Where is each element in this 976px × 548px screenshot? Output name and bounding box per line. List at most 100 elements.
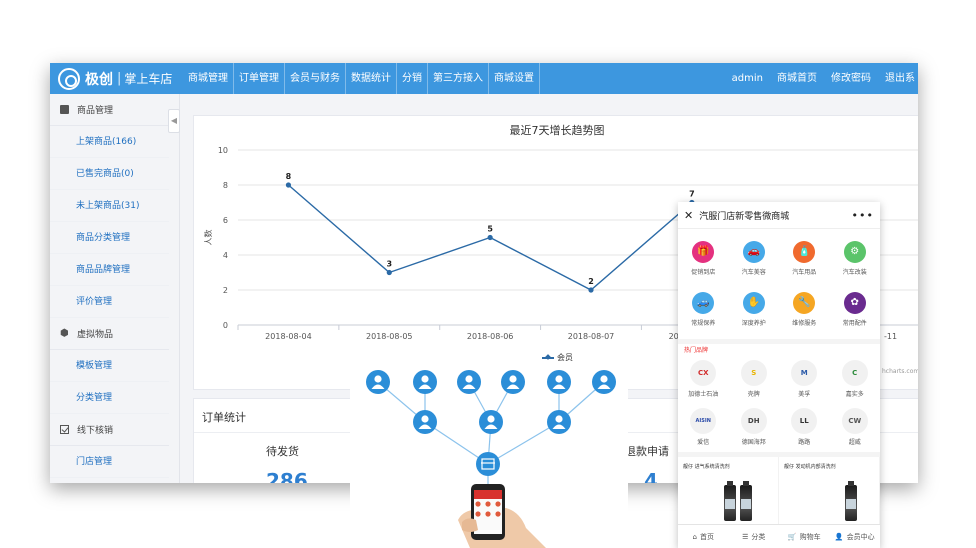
main-nav: 商城管理 订单管理 会员与财务 数据统计 分销 第三方接入 商城设置 bbox=[183, 63, 540, 94]
mobile-tab[interactable]: 👤 会员中心 bbox=[830, 525, 881, 548]
product-card[interactable]: 靓仔 进气系统清洗剂 bbox=[678, 457, 779, 524]
brand-item[interactable]: C 嘉实多 bbox=[830, 355, 881, 403]
service-label: 常用配件 bbox=[842, 320, 867, 327]
user-node-icon bbox=[413, 370, 437, 394]
sidebar-item[interactable]: 分类管理 bbox=[50, 382, 169, 414]
service-label: 汽车用品 bbox=[792, 269, 817, 276]
pending-shipment-value[interactable]: 286 bbox=[266, 469, 308, 483]
close-icon[interactable]: ✕ bbox=[684, 209, 693, 222]
legend-label: 会员 bbox=[557, 353, 573, 362]
x-tick-label: 2018-08-04 bbox=[265, 332, 312, 341]
brand-logo-icon: S bbox=[740, 360, 767, 386]
service-grid-item[interactable]: 🎁 促销到店 bbox=[678, 233, 729, 284]
nav-item[interactable]: 第三方接入 bbox=[428, 63, 489, 94]
brand-item[interactable]: AISIN 爱信 bbox=[678, 403, 729, 451]
product-card[interactable]: 靓仔 发动机内部清洗剂 bbox=[779, 457, 880, 524]
cart-icon: 🛒 bbox=[787, 532, 797, 541]
home-icon: ⌂ bbox=[692, 532, 697, 541]
data-label: 8 bbox=[286, 172, 292, 181]
brand-logo-icon: LL bbox=[791, 408, 818, 434]
mobile-tab[interactable]: ☰ 分类 bbox=[729, 525, 780, 548]
service-grid-item[interactable]: 🚙 常规保养 bbox=[678, 284, 729, 335]
sidebar-group[interactable]: 商品管理 bbox=[50, 94, 169, 126]
sidebar-item[interactable]: 商品分类管理 bbox=[50, 222, 169, 254]
product-strip: 靓仔 进气系统清洗剂 靓仔 发动机内部清洗剂 bbox=[678, 452, 880, 524]
sidebar-group-label: 虚拟物品 bbox=[77, 330, 114, 340]
user-nav-item[interactable]: 修改密码 bbox=[824, 63, 878, 94]
brand-logo-icon: M bbox=[791, 360, 818, 386]
brand-logo[interactable]: 极创 | 掌上车店 bbox=[58, 67, 172, 90]
service-icon: ✋ bbox=[742, 292, 765, 314]
service-icon: ✿ bbox=[843, 292, 866, 314]
sidebar-group[interactable]: ⬢ 虚拟物品 bbox=[50, 318, 169, 350]
sidebar-item[interactable]: 评价管理 bbox=[50, 286, 169, 318]
user-node-icon bbox=[479, 410, 503, 434]
legend-line-marker bbox=[542, 356, 554, 359]
brand-label: 德国海邦 bbox=[741, 439, 766, 446]
data-label: 5 bbox=[487, 225, 493, 234]
brand-item[interactable]: DH 德国海邦 bbox=[729, 403, 780, 451]
y-axis-label: 人数 bbox=[203, 230, 213, 246]
nav-item[interactable]: 订单管理 bbox=[234, 63, 285, 94]
brand-item[interactable]: CX 加德士石油 bbox=[678, 355, 729, 403]
data-point[interactable] bbox=[285, 182, 292, 188]
chart-credit[interactable]: hcharts.com bbox=[882, 368, 918, 375]
brand-item[interactable]: LL 路路 bbox=[779, 403, 830, 451]
service-grid-item[interactable]: ✋ 深度养护 bbox=[729, 284, 780, 335]
y-tick-label: 6 bbox=[223, 216, 228, 225]
brand-label: 加德士石油 bbox=[688, 391, 719, 398]
product-name: 靓仔 进气系统清洗剂 bbox=[683, 464, 730, 470]
screenshot-stage: 极创 | 掌上车店 商城管理 订单管理 会员与财务 数据统计 分销 第三方接入 商城设置 a… bbox=[0, 0, 976, 548]
brand-label: 超威 bbox=[848, 439, 861, 446]
mobile-tab-label: 首页 bbox=[699, 532, 714, 541]
user-nav-item[interactable]: 退出系 bbox=[878, 63, 918, 94]
brand-item[interactable]: S 壳牌 bbox=[729, 355, 780, 403]
sidebar-collapse-button[interactable]: ◀ bbox=[168, 109, 180, 133]
nav-item[interactable]: 商城设置 bbox=[489, 63, 540, 94]
user-nav-item[interactable]: admin bbox=[725, 63, 770, 94]
mobile-tab[interactable]: 🛒 购物车 bbox=[779, 525, 830, 548]
y-tick-label: 2 bbox=[223, 286, 228, 295]
brand-item[interactable]: M 美孚 bbox=[779, 355, 830, 403]
user-node-icon bbox=[501, 370, 525, 394]
mobile-title: 汽服门店新零售微商城 bbox=[699, 211, 790, 222]
refund-request-value[interactable]: 4 bbox=[644, 469, 658, 483]
store-hub-icon bbox=[476, 452, 500, 476]
nav-item[interactable]: 会员与财务 bbox=[285, 63, 346, 94]
data-point[interactable] bbox=[588, 287, 594, 293]
chart-legend[interactable]: 会员 bbox=[542, 352, 573, 363]
sidebar-item[interactable]: 商品品牌管理 bbox=[50, 254, 169, 286]
nav-item[interactable]: 分销 bbox=[397, 63, 428, 94]
brand-grid: CX 加德士石油 S 壳牌 M 美孚 C 嘉实多 AISIN 爱信 DH 德国海邦 LL 路路 CW 超威 bbox=[678, 353, 880, 453]
sidebar-item[interactable]: 门店管理 bbox=[50, 446, 169, 478]
brand-item[interactable]: CW 超威 bbox=[830, 403, 881, 451]
nav-item[interactable]: 数据统计 bbox=[346, 63, 397, 94]
data-label: 3 bbox=[386, 260, 392, 269]
sidebar-item[interactable]: 上架商品(166) bbox=[50, 126, 169, 158]
brand-subtitle: 掌上车店 bbox=[124, 72, 173, 86]
user-nav-item[interactable]: 商城首页 bbox=[770, 63, 824, 94]
service-icon: 🎁 bbox=[692, 241, 715, 263]
x-tick-label: 2018-08-06 bbox=[467, 332, 513, 341]
service-grid-item[interactable]: 🧴 汽车用品 bbox=[779, 233, 830, 284]
data-point[interactable] bbox=[487, 234, 493, 241]
mobile-tab[interactable]: ⌂ 首页 bbox=[678, 525, 729, 548]
service-grid-item[interactable]: ⚙ 汽车改装 bbox=[830, 233, 881, 284]
mobile-header: ✕ 汽服门店新零售微商城 ••• bbox=[678, 202, 880, 229]
y-tick-label: 4 bbox=[223, 251, 228, 260]
nav-item[interactable]: 商城管理 bbox=[183, 63, 234, 94]
more-icon[interactable]: ••• bbox=[852, 209, 874, 222]
brand-label: 嘉实多 bbox=[845, 391, 864, 398]
service-grid-item[interactable]: ✿ 常用配件 bbox=[830, 284, 881, 335]
data-point[interactable] bbox=[386, 269, 392, 276]
bottle-image bbox=[845, 481, 857, 521]
sidebar-item[interactable]: 未上架商品(31) bbox=[50, 190, 169, 222]
sidebar-group[interactable]: 线下核销 bbox=[50, 414, 169, 446]
sidebar-item[interactable]: 已售完商品(0) bbox=[50, 158, 169, 190]
service-label: 维修服务 bbox=[792, 320, 817, 327]
service-grid-item[interactable]: 🚗 汽车美容 bbox=[729, 233, 780, 284]
service-grid-item[interactable]: 🔧 维修服务 bbox=[779, 284, 830, 335]
brand-logo-icon: DH bbox=[740, 408, 767, 434]
brand-logo-icon: C bbox=[841, 360, 868, 386]
sidebar-item[interactable]: 模板管理 bbox=[50, 350, 169, 382]
